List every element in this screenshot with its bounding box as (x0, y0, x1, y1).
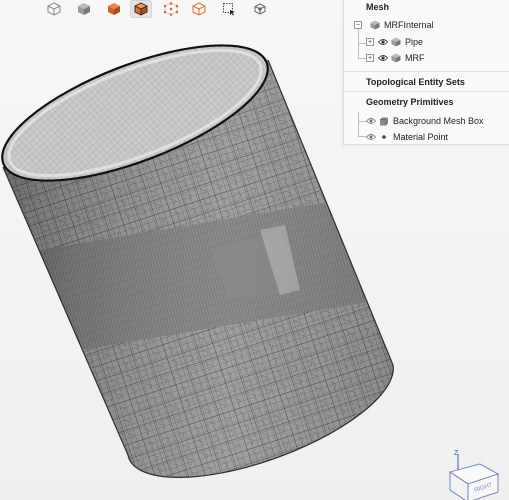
cube-solid-icon (78, 3, 90, 15)
tree-item-label: Background Mesh Box (393, 116, 484, 126)
mesh-section-title: Mesh (366, 2, 390, 12)
orientation-gizmo[interactable]: Z RIGHT (438, 450, 509, 500)
tree-item-mrf[interactable]: + MRF (366, 51, 425, 65)
points-view-button[interactable] (160, 0, 182, 18)
solid-view-button[interactable] (73, 0, 95, 18)
cube-points-icon (164, 2, 178, 16)
cube-surface-edges-icon (134, 2, 148, 16)
box-select-icon (223, 3, 235, 16)
tree-item-mrfinternal[interactable]: − MRFInternal (354, 18, 434, 32)
tree-item-label: Material Point (393, 132, 449, 142)
tree-item-label: MRF (405, 53, 425, 63)
tree-item-label: MRFInternal (384, 20, 434, 30)
tree-item-background-mesh-box[interactable]: Background Mesh Box (366, 114, 484, 128)
tree-item-pipe[interactable]: + Pipe (366, 35, 423, 49)
surface-edges-view-button[interactable] (130, 0, 152, 18)
eye-icon[interactable] (366, 117, 376, 125)
eye-icon[interactable] (378, 54, 388, 62)
cube-icon (391, 37, 401, 47)
cube-icon (391, 53, 401, 63)
outline-view-button[interactable] (188, 0, 210, 18)
box-icon (380, 117, 388, 126)
box-select-button[interactable] (218, 0, 240, 18)
tree-item-material-point[interactable]: Material Point (366, 130, 448, 144)
cube-settings-icon (254, 3, 266, 15)
eye-icon[interactable] (378, 38, 388, 46)
expand-toggle[interactable]: + (366, 54, 374, 62)
mesh-region-icon (370, 20, 380, 30)
surface-view-button[interactable] (103, 0, 125, 18)
wireframe-view-button[interactable] (43, 0, 65, 18)
collapse-toggle[interactable]: − (354, 21, 362, 29)
expand-toggle[interactable]: + (366, 38, 374, 46)
view-toolbar (40, 0, 280, 20)
view-settings-button[interactable] (249, 0, 271, 18)
geometry-section-title[interactable]: Geometry Primitives (366, 97, 454, 107)
cube-wireframe-icon (47, 2, 61, 16)
point-icon (382, 135, 386, 139)
gizmo-axis-label: Z (454, 450, 459, 457)
tree-item-label: Pipe (405, 37, 424, 47)
cube-surface-icon (108, 3, 120, 15)
eye-icon[interactable] (366, 133, 376, 141)
3d-viewport[interactable]: Mesh − MRFInternal + Pipe + MRF Topologi… (0, 0, 509, 500)
mesh-tree-panel: Mesh − MRFInternal + Pipe + MRF Topologi… (343, 0, 509, 145)
cube-outline-icon (192, 2, 206, 16)
topological-section-title[interactable]: Topological Entity Sets (366, 77, 465, 87)
